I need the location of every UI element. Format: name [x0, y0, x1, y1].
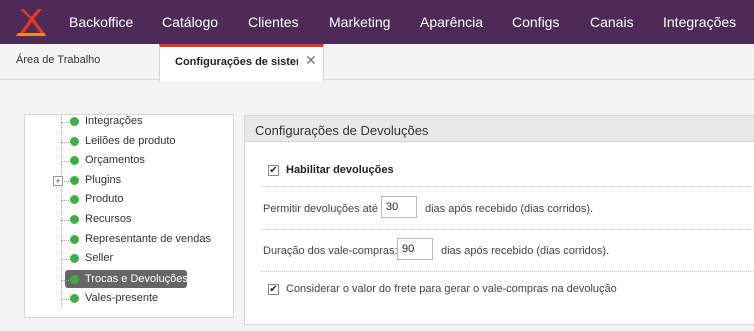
- expand-plus-icon[interactable]: +: [53, 176, 63, 186]
- tree-item-label: Recursos: [85, 213, 132, 225]
- divider: [261, 229, 754, 230]
- tab-configuracoes-de-sistema[interactable]: Configurações de sistema ✕: [159, 44, 324, 81]
- tree-item-label: Vales-presente: [85, 292, 159, 304]
- x-logo-icon[interactable]: [14, 7, 48, 37]
- tree-item-produto[interactable]: Produto: [25, 190, 225, 210]
- return-days-input[interactable]: 30: [381, 196, 417, 218]
- nav-marketing[interactable]: Marketing: [329, 0, 390, 44]
- voucher-duration-suffix: dias após recebido (dias corridos).: [441, 245, 610, 257]
- tree-item-label: Orçamentos: [85, 154, 145, 166]
- nav-aparencia[interactable]: Aparência: [420, 0, 483, 44]
- return-days-prefix: Permitir devoluções até: [263, 203, 378, 215]
- voucher-duration-input[interactable]: 90: [397, 238, 433, 260]
- status-dot-icon: [70, 275, 79, 284]
- return-days-suffix: dias após recebido (dias corridos).: [425, 203, 594, 215]
- status-dot-icon: [70, 117, 79, 126]
- tree-item-seller[interactable]: Seller: [25, 249, 225, 269]
- tree-item-label: Plugins: [85, 174, 122, 186]
- nav-configs[interactable]: Configs: [512, 0, 559, 44]
- tree-item-vales-presente[interactable]: Vales-presente: [25, 289, 225, 309]
- tree-item-leiloes[interactable]: Leilões de produto: [25, 132, 225, 152]
- nav-integracoes[interactable]: Integrações: [663, 0, 736, 44]
- voucher-duration-prefix: Duração dos vale-compras:: [263, 245, 398, 257]
- enable-returns-label: Habilitar devoluções: [286, 164, 394, 176]
- tree-item-label: Representante de vendas: [85, 233, 211, 245]
- tree-item-label: Seller: [85, 252, 114, 264]
- tab-area-de-trabalho[interactable]: Área de Trabalho: [16, 54, 100, 66]
- tree-item-orcamentos[interactable]: Orçamentos: [25, 151, 225, 171]
- status-dot-icon: [70, 137, 79, 146]
- returns-settings-panel: Configurações de Devoluções ✔ Habilitar …: [244, 115, 754, 325]
- status-dot-icon: [70, 215, 79, 224]
- tree-item-recursos[interactable]: Recursos: [25, 210, 225, 230]
- nav-backoffice[interactable]: Backoffice: [69, 0, 133, 44]
- status-dot-icon: [70, 235, 79, 244]
- status-dot-icon: [70, 195, 79, 204]
- top-nav-bar: Backoffice Catálogo Clientes Marketing A…: [0, 0, 754, 44]
- status-dot-icon: [70, 254, 79, 263]
- tab-bar: Área de Trabalho Configurações de sistem…: [0, 44, 754, 81]
- panel-title: Configurações de Devoluções: [255, 123, 429, 138]
- enable-returns-checkbox[interactable]: ✔: [268, 165, 279, 176]
- nav-clientes[interactable]: Clientes: [248, 0, 299, 44]
- nav-canais[interactable]: Canais: [590, 0, 634, 44]
- close-icon[interactable]: ✕: [305, 52, 317, 69]
- tree-item-plugins[interactable]: + Plugins: [25, 171, 225, 191]
- freight-voucher-checkbox[interactable]: ✔: [268, 284, 279, 295]
- tree-item-trocas-devolucoes[interactable]: Trocas e Devoluções: [25, 270, 225, 290]
- tree-item-label: Integrações: [85, 115, 143, 127]
- tree-item-integracoes[interactable]: Integrações: [25, 112, 225, 132]
- tree-item-label: Trocas e Devoluções: [85, 273, 188, 285]
- tree-item-label: Leilões de produto: [85, 135, 176, 147]
- nav-catalogo[interactable]: Catálogo: [162, 0, 218, 44]
- tab-label: Configurações de sistema: [175, 56, 298, 68]
- status-dot-icon: [70, 294, 79, 303]
- settings-tree: Integrações Leilões de produto Orçamento…: [24, 114, 234, 318]
- tree-item-label: Produto: [85, 193, 124, 205]
- panel-header: Configurações de Devoluções: [245, 116, 754, 142]
- status-dot-icon: [70, 176, 79, 185]
- divider: [261, 186, 754, 187]
- freight-voucher-label: Considerar o valor do frete para gerar o…: [286, 283, 617, 295]
- status-dot-icon: [70, 156, 79, 165]
- divider: [261, 271, 754, 272]
- tree-item-representante[interactable]: Representante de vendas: [25, 230, 225, 250]
